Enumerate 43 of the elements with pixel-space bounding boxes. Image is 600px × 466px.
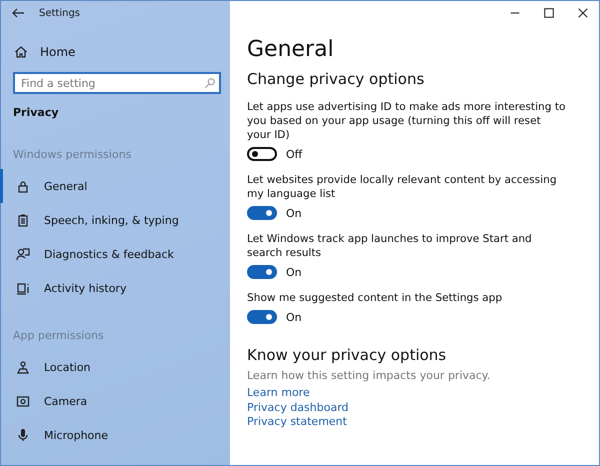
- section-heading: Know your privacy options: [247, 346, 448, 364]
- camera-icon: [16, 394, 30, 408]
- description-text: Learn how this setting impacts your privacy.: [247, 369, 492, 382]
- toggle-switch[interactable]: [247, 147, 277, 161]
- option-text: Let apps use advertising ID to make ads more interesting to you based on your app usage (turning this off will reset your ID): [247, 100, 566, 142]
- nav-item[interactable]: Location: [0, 350, 230, 384]
- toggle-switch[interactable]: [247, 206, 277, 220]
- nav-item[interactable]: Microphone: [0, 418, 230, 452]
- group-heading: Windows permissions: [13, 148, 132, 161]
- clipboard-icon: [16, 213, 30, 227]
- link[interactable]: Privacy statement: [247, 415, 347, 430]
- option-text: Show me suggested content in the Settings app: [247, 291, 504, 305]
- section-title: Privacy: [13, 106, 60, 119]
- location-icon: [16, 360, 30, 374]
- option-text: Let Windows track app launches to improve Start and search results: [247, 232, 533, 260]
- lock-icon: [16, 179, 30, 193]
- home-icon: [14, 45, 28, 59]
- group-heading: App permissions: [13, 329, 105, 342]
- section-heading: Change privacy options: [247, 70, 426, 88]
- nav-item[interactable]: Speech, inking, & typing: [0, 203, 230, 237]
- toggle-label: On: [286, 310, 302, 324]
- search-field[interactable]: Find a setting: [13, 72, 221, 94]
- maximize-icon[interactable]: [543, 7, 555, 19]
- toggle-switch[interactable]: [247, 265, 277, 279]
- toggle-label: On: [286, 266, 302, 278]
- timeline-icon: [16, 281, 30, 295]
- toggle-switch[interactable]: [247, 310, 277, 324]
- search-icon: [204, 77, 216, 89]
- toggle-label: On: [286, 206, 302, 220]
- window-title: Settings: [39, 8, 80, 18]
- page-title: General: [247, 37, 335, 62]
- microphone-icon: [16, 428, 30, 442]
- option-text: Let websites provide locally relevant content by accessing my language list: [247, 173, 558, 201]
- nav-item[interactable]: Activity history: [0, 271, 230, 305]
- person-icon: [16, 247, 30, 261]
- link[interactable]: Privacy dashboard: [247, 400, 349, 415]
- nav-item[interactable]: Diagnostics & feedback: [0, 237, 230, 271]
- close-icon[interactable]: [577, 7, 589, 19]
- back-icon: [11, 6, 25, 20]
- toggle-label: Off: [286, 148, 302, 160]
- link[interactable]: Learn more: [247, 386, 310, 400]
- nav-item[interactable]: Camera: [0, 384, 230, 418]
- home-link[interactable]: Home: [14, 42, 230, 62]
